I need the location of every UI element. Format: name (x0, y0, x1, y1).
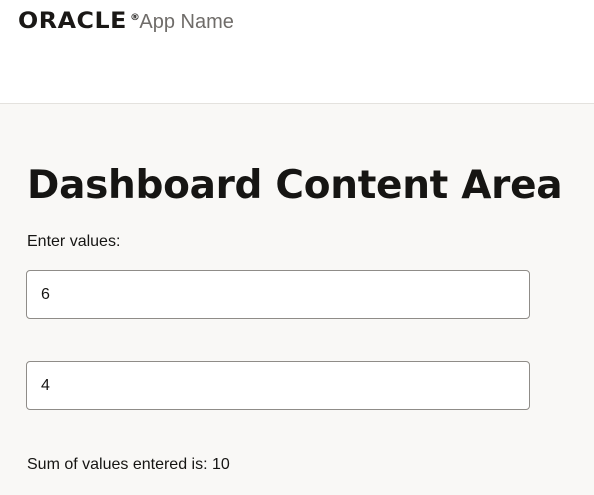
oracle-logo-text: ORACLE (18, 9, 127, 34)
registered-mark: ® (130, 12, 141, 23)
dashboard-content-area: Dashboard Content Area Enter values: Sum… (0, 105, 594, 495)
value-input-1[interactable] (26, 270, 530, 319)
sum-value: 10 (212, 456, 230, 473)
app-name: App Name (139, 11, 234, 33)
app-header: ORACLE ® App Name (0, 0, 594, 104)
branding: ORACLE ® App Name (18, 9, 234, 34)
instructions-label: Enter values: (27, 233, 121, 250)
sum-label: Sum of values entered is: (27, 456, 208, 473)
value-input-2[interactable] (26, 361, 530, 410)
page-title: Dashboard Content Area (27, 163, 563, 208)
oracle-logo: ORACLE ® (18, 9, 140, 34)
sum-result: Sum of values entered is: 10 (27, 456, 230, 474)
